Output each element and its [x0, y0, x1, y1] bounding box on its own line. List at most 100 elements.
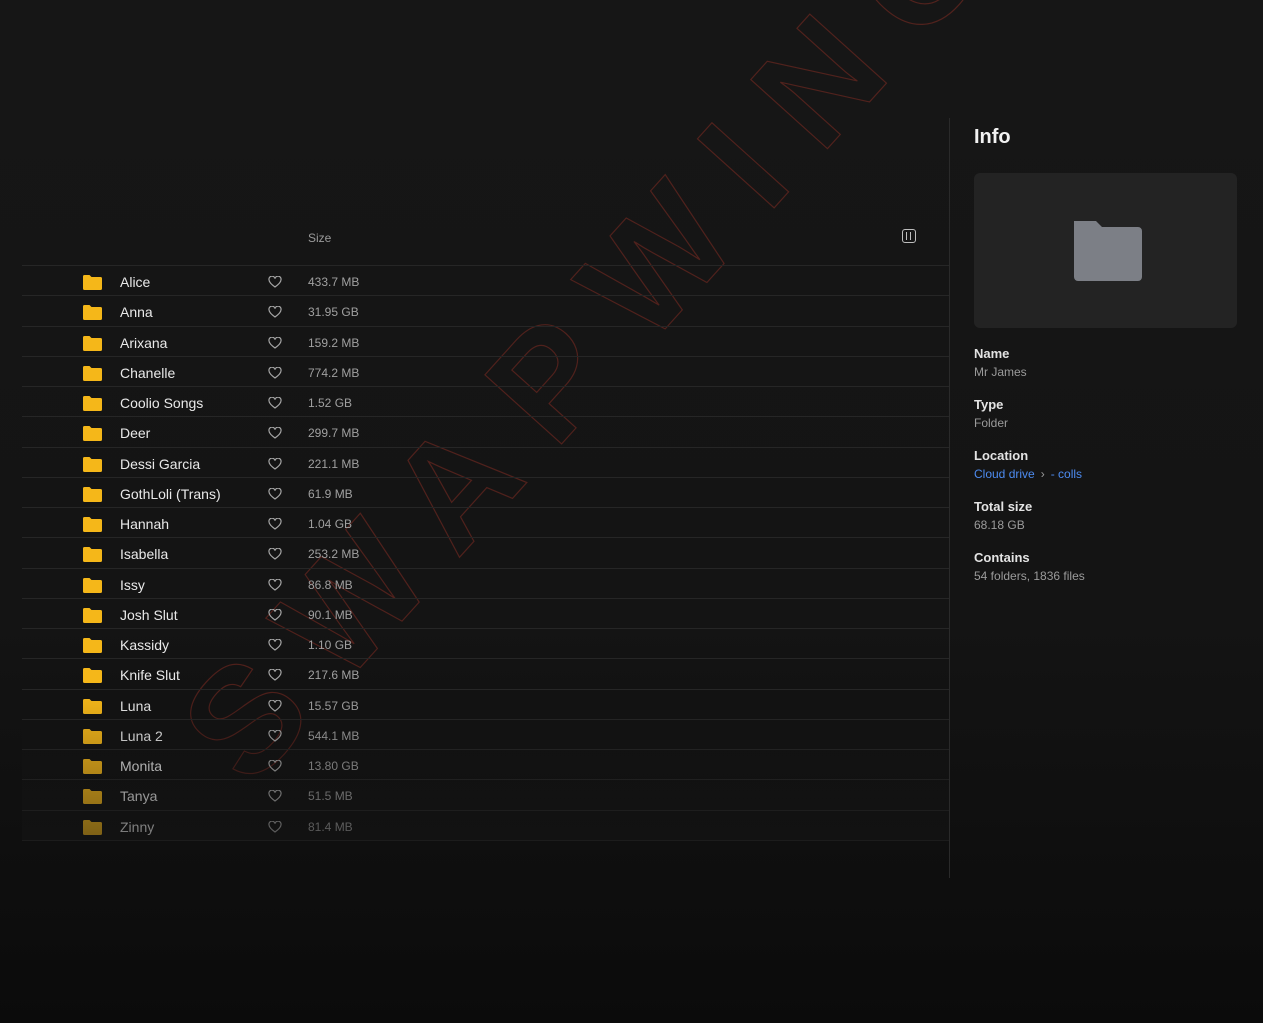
heart-icon[interactable] [268, 608, 282, 621]
folder-size: 221.1 MB [308, 456, 360, 471]
folder-name[interactable]: Chanelle [120, 365, 175, 381]
folder-name[interactable]: GothLoli (Trans) [120, 486, 221, 502]
folder-name[interactable]: Josh Slut [120, 607, 178, 623]
folder-size: 51.5 MB [308, 789, 353, 804]
folder-size: 774.2 MB [308, 365, 360, 380]
folder-row[interactable]: Coolio Songs 1.52 GB [22, 387, 949, 418]
info-title: Info [974, 126, 1011, 148]
heart-icon[interactable] [268, 427, 282, 439]
folder-row[interactable]: Dessi Garcia 221.1 MB [22, 448, 949, 478]
folder-row[interactable]: Luna 15.57 GB [22, 690, 949, 720]
total-size-label: Total size [974, 499, 1033, 514]
folder-icon [83, 396, 102, 411]
folder-row[interactable]: Arixana 159.2 MB [22, 327, 949, 357]
folder-icon [83, 456, 102, 472]
heart-icon[interactable] [268, 457, 282, 470]
folder-size: 86.8 MB [308, 577, 353, 592]
heart-icon[interactable] [268, 397, 282, 409]
folder-icon [83, 517, 102, 532]
folder-icon [83, 365, 102, 381]
heart-icon[interactable] [268, 699, 282, 712]
heart-icon[interactable] [268, 669, 282, 681]
folder-size: 299.7 MB [308, 426, 360, 441]
folder-name[interactable]: Alice [120, 274, 150, 290]
folder-size: 1.04 GB [308, 517, 353, 531]
total-size-value: 68.18 GB [974, 518, 1025, 532]
file-list: Size Alice 433.7 MB Anna 31.95 GB Arixana 159… [22, 213, 949, 841]
heart-icon[interactable] [268, 760, 282, 772]
folder-size: 15.57 GB [308, 698, 359, 713]
folder-row[interactable]: Deer 299.7 MB [22, 417, 949, 448]
folder-size: 253.2 MB [308, 547, 360, 562]
folder-row[interactable]: Hannah 1.04 GB [22, 508, 949, 539]
folder-row[interactable]: Kassidy 1.10 GB [22, 629, 949, 660]
folder-icon [83, 728, 102, 744]
folder-row[interactable]: Isabella 253.2 MB [22, 538, 949, 569]
folder-name[interactable]: Coolio Songs [120, 395, 203, 411]
heart-icon[interactable] [268, 790, 282, 802]
folder-name[interactable]: Arixana [120, 335, 167, 351]
folder-icon [83, 486, 102, 502]
contains-value: 54 folders, 1836 files [974, 569, 1085, 583]
folder-icon [83, 547, 102, 563]
folder-row[interactable]: Monita 13.80 GB [22, 750, 949, 781]
heart-icon[interactable] [268, 729, 282, 742]
folder-row[interactable]: Josh Slut 90.1 MB [22, 599, 949, 629]
heart-icon[interactable] [268, 306, 282, 318]
info-type: Type Folder [974, 397, 1238, 430]
heart-icon[interactable] [268, 276, 282, 288]
info-contains: Contains 54 folders, 1836 files [974, 550, 1238, 583]
info-panel: Info Name Mr James Type Folder Location … [974, 118, 1238, 583]
location-label: Location [974, 448, 1029, 463]
folder-name[interactable]: Deer [120, 425, 150, 441]
folder-name[interactable]: Dessi Garcia [120, 456, 200, 472]
location-root-link[interactable]: Cloud drive [974, 467, 1035, 481]
folder-icon [83, 335, 102, 351]
size-column-header[interactable]: Size [308, 231, 331, 245]
folder-row[interactable]: Alice 433.7 MB [22, 266, 949, 297]
folder-row[interactable]: Zinny 81.4 MB [22, 811, 949, 841]
chevron-right-icon: › [1040, 467, 1045, 481]
folder-row[interactable]: Chanelle 774.2 MB [22, 357, 949, 387]
folder-name[interactable]: Tanya [120, 788, 157, 804]
folder-row[interactable]: Tanya 51.5 MB [22, 780, 949, 811]
heart-icon[interactable] [268, 820, 282, 833]
list-header: Size [22, 213, 949, 266]
info-name: Name Mr James [974, 346, 1238, 379]
folder-name[interactable]: Issy [120, 577, 145, 593]
folder-name[interactable]: Isabella [120, 546, 168, 562]
location-folder-link[interactable]: - colls [1051, 467, 1082, 481]
folder-name[interactable]: Anna [120, 304, 153, 320]
folder-icon [83, 698, 102, 714]
folder-row[interactable]: Anna 31.95 GB [22, 296, 949, 327]
folder-icon [83, 577, 102, 593]
folder-name[interactable]: Hannah [120, 516, 169, 532]
folder-name[interactable]: Monita [120, 758, 162, 774]
folder-row[interactable]: Knife Slut 217.6 MB [22, 659, 949, 690]
heart-icon[interactable] [268, 366, 282, 379]
folder-icon [83, 819, 102, 835]
columns-icon[interactable] [902, 229, 916, 243]
heart-icon[interactable] [268, 336, 282, 349]
heart-icon[interactable] [268, 487, 282, 500]
folder-icon [83, 607, 102, 623]
folder-icon [83, 426, 102, 442]
rows-container: Alice 433.7 MB Anna 31.95 GB Arixana 159.2 MB… [22, 266, 949, 841]
folder-name[interactable]: Zinny [120, 819, 154, 835]
heart-icon[interactable] [268, 548, 282, 560]
heart-icon[interactable] [268, 518, 282, 530]
heart-icon[interactable] [268, 639, 282, 651]
folder-name[interactable]: Luna [120, 698, 151, 714]
folder-name[interactable]: Luna 2 [120, 728, 163, 744]
folder-row[interactable]: Luna 2 544.1 MB [22, 720, 949, 750]
folder-row[interactable]: Issy 86.8 MB [22, 569, 949, 599]
info-location: Location Cloud drive › - colls [974, 448, 1238, 481]
folder-size: 90.1 MB [308, 607, 353, 622]
heart-icon[interactable] [268, 578, 282, 591]
folder-name[interactable]: Kassidy [120, 637, 169, 653]
folder-icon [83, 275, 102, 290]
folder-name[interactable]: Knife Slut [120, 667, 180, 683]
folder-row[interactable]: GothLoli (Trans) 61.9 MB [22, 478, 949, 508]
panel-divider [949, 118, 950, 878]
folder-preview [974, 173, 1237, 328]
